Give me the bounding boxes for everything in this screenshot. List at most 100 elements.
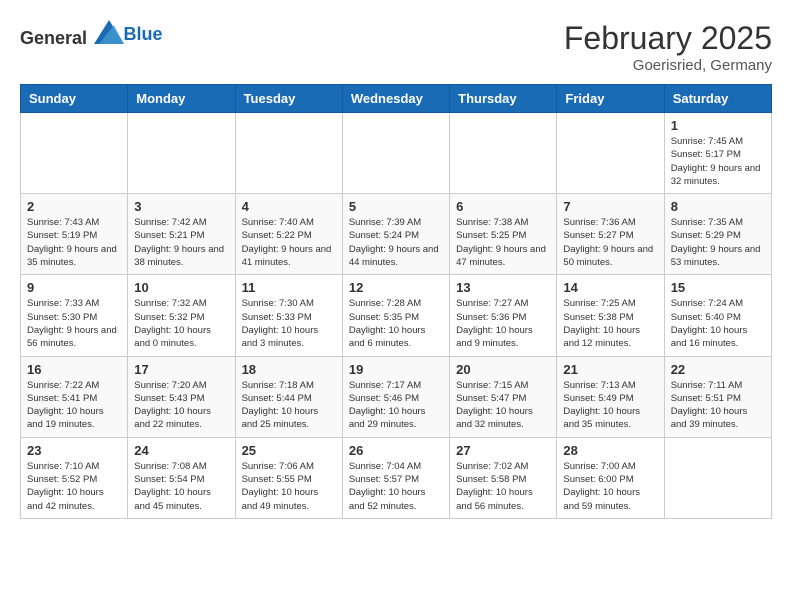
calendar-cell: 4Sunrise: 7:40 AM Sunset: 5:22 PM Daylig… (235, 194, 342, 275)
day-number: 28 (563, 443, 657, 458)
calendar-header-row: SundayMondayTuesdayWednesdayThursdayFrid… (21, 85, 772, 113)
logo: General Blue (20, 20, 163, 49)
day-info: Sunrise: 7:00 AM Sunset: 6:00 PM Dayligh… (563, 460, 657, 513)
day-info: Sunrise: 7:22 AM Sunset: 5:41 PM Dayligh… (27, 379, 121, 432)
day-info: Sunrise: 7:18 AM Sunset: 5:44 PM Dayligh… (242, 379, 336, 432)
day-number: 27 (456, 443, 550, 458)
calendar-cell (342, 113, 449, 194)
day-info: Sunrise: 7:45 AM Sunset: 5:17 PM Dayligh… (671, 135, 765, 188)
calendar-cell: 27 Sunrise: 7:02 AM Sunset: 5:58 PM Dayli… (450, 437, 557, 518)
day-number: 24 (134, 443, 228, 458)
calendar-cell: 11 Sunrise: 7:30 AM Sunset: 5:33 PM Dayli… (235, 275, 342, 356)
day-info: Sunrise: 7:42 AM Sunset: 5:21 PM Dayligh… (134, 216, 228, 269)
day-info: Sunrise: 7:32 AM Sunset: 5:32 PM Dayligh… (134, 297, 228, 350)
day-info: Sunrise: 7:40 AM Sunset: 5:22 PM Dayligh… (242, 216, 336, 269)
day-info: Sunrise: 7:04 AM Sunset: 5:57 PM Dayligh… (349, 460, 443, 513)
day-number: 23 (27, 443, 121, 458)
day-info: Sunrise: 7:39 AM Sunset: 5:24 PM Dayligh… (349, 216, 443, 269)
day-info: Sunrise: 7:08 AM Sunset: 5:54 PM Dayligh… (134, 460, 228, 513)
calendar-cell: 15 Sunrise: 7:24 AM Sunset: 5:40 PM Dayli… (664, 275, 771, 356)
weekday-header: Sunday (21, 85, 128, 113)
calendar-cell (557, 113, 664, 194)
month-title: February 2025 (564, 20, 772, 57)
day-number: 9 (27, 280, 121, 295)
day-number: 7 (563, 199, 657, 214)
day-number: 3 (134, 199, 228, 214)
calendar-cell: 13 Sunrise: 7:27 AM Sunset: 5:36 PM Dayli… (450, 275, 557, 356)
day-number: 20 (456, 362, 550, 377)
title-section: February 2025 Goerisried, Germany (564, 20, 772, 74)
day-info: Sunrise: 7:28 AM Sunset: 5:35 PM Dayligh… (349, 297, 443, 350)
calendar-cell: 1 Sunrise: 7:45 AM Sunset: 5:17 PM Daylig… (664, 113, 771, 194)
day-number: 5 (349, 199, 443, 214)
day-info: Sunrise: 7:13 AM Sunset: 5:49 PM Dayligh… (563, 379, 657, 432)
weekday-header: Friday (557, 85, 664, 113)
day-number: 21 (563, 362, 657, 377)
day-number: 2 (27, 199, 121, 214)
calendar-cell (235, 113, 342, 194)
calendar-week-row: 16Sunrise: 7:22 AM Sunset: 5:41 PM Dayli… (21, 356, 772, 437)
day-info: Sunrise: 7:30 AM Sunset: 5:33 PM Dayligh… (242, 297, 336, 350)
day-info: Sunrise: 7:02 AM Sunset: 5:58 PM Dayligh… (456, 460, 550, 513)
day-info: Sunrise: 7:25 AM Sunset: 5:38 PM Dayligh… (563, 297, 657, 350)
day-info: Sunrise: 7:38 AM Sunset: 5:25 PM Dayligh… (456, 216, 550, 269)
day-number: 26 (349, 443, 443, 458)
day-number: 25 (242, 443, 336, 458)
calendar-cell: 12 Sunrise: 7:28 AM Sunset: 5:35 PM Dayli… (342, 275, 449, 356)
weekday-header: Thursday (450, 85, 557, 113)
calendar-cell: 17 Sunrise: 7:20 AM Sunset: 5:43 PM Dayli… (128, 356, 235, 437)
calendar-week-row: 2 Sunrise: 7:43 AM Sunset: 5:19 PM Daylig… (21, 194, 772, 275)
calendar-cell: 28 Sunrise: 7:00 AM Sunset: 6:00 PM Dayli… (557, 437, 664, 518)
calendar-cell: 10 Sunrise: 7:32 AM Sunset: 5:32 PM Dayli… (128, 275, 235, 356)
calendar-cell: 7 Sunrise: 7:36 AM Sunset: 5:27 PM Daylig… (557, 194, 664, 275)
day-number: 13 (456, 280, 550, 295)
calendar-week-row: 9 Sunrise: 7:33 AM Sunset: 5:30 PM Daylig… (21, 275, 772, 356)
calendar-cell: 3 Sunrise: 7:42 AM Sunset: 5:21 PM Daylig… (128, 194, 235, 275)
logo-blue: Blue (124, 24, 163, 44)
day-info: Sunrise: 7:27 AM Sunset: 5:36 PM Dayligh… (456, 297, 550, 350)
day-number: 8 (671, 199, 765, 214)
calendar-cell: 24 Sunrise: 7:08 AM Sunset: 5:54 PM Dayli… (128, 437, 235, 518)
day-info: Sunrise: 7:36 AM Sunset: 5:27 PM Dayligh… (563, 216, 657, 269)
day-number: 1 (671, 118, 765, 133)
day-number: 10 (134, 280, 228, 295)
calendar-cell: 8 Sunrise: 7:35 AM Sunset: 5:29 PM Daylig… (664, 194, 771, 275)
day-number: 15 (671, 280, 765, 295)
calendar-week-row: 23 Sunrise: 7:10 AM Sunset: 5:52 PM Dayli… (21, 437, 772, 518)
calendar-cell: 26 Sunrise: 7:04 AM Sunset: 5:57 PM Dayli… (342, 437, 449, 518)
calendar-cell: 16Sunrise: 7:22 AM Sunset: 5:41 PM Dayli… (21, 356, 128, 437)
calendar-cell: 20Sunrise: 7:15 AM Sunset: 5:47 PM Dayli… (450, 356, 557, 437)
weekday-header: Monday (128, 85, 235, 113)
calendar-cell: 18 Sunrise: 7:18 AM Sunset: 5:44 PM Dayli… (235, 356, 342, 437)
day-info: Sunrise: 7:43 AM Sunset: 5:19 PM Dayligh… (27, 216, 121, 269)
day-number: 18 (242, 362, 336, 377)
day-number: 12 (349, 280, 443, 295)
logo-icon (94, 20, 124, 44)
day-info: Sunrise: 7:06 AM Sunset: 5:55 PM Dayligh… (242, 460, 336, 513)
day-info: Sunrise: 7:33 AM Sunset: 5:30 PM Dayligh… (27, 297, 121, 350)
day-number: 14 (563, 280, 657, 295)
day-number: 11 (242, 280, 336, 295)
calendar: SundayMondayTuesdayWednesdayThursdayFrid… (20, 84, 772, 519)
day-number: 17 (134, 362, 228, 377)
calendar-cell: 9 Sunrise: 7:33 AM Sunset: 5:30 PM Daylig… (21, 275, 128, 356)
day-info: Sunrise: 7:24 AM Sunset: 5:40 PM Dayligh… (671, 297, 765, 350)
day-info: Sunrise: 7:10 AM Sunset: 5:52 PM Dayligh… (27, 460, 121, 513)
day-number: 6 (456, 199, 550, 214)
day-number: 19 (349, 362, 443, 377)
calendar-cell: 19Sunrise: 7:17 AM Sunset: 5:46 PM Dayli… (342, 356, 449, 437)
calendar-cell: 6 Sunrise: 7:38 AM Sunset: 5:25 PM Daylig… (450, 194, 557, 275)
day-number: 22 (671, 362, 765, 377)
calendar-cell: 22 Sunrise: 7:11 AM Sunset: 5:51 PM Dayli… (664, 356, 771, 437)
calendar-cell (21, 113, 128, 194)
calendar-cell: 14 Sunrise: 7:25 AM Sunset: 5:38 PM Dayli… (557, 275, 664, 356)
day-info: Sunrise: 7:20 AM Sunset: 5:43 PM Dayligh… (134, 379, 228, 432)
calendar-cell (664, 437, 771, 518)
day-info: Sunrise: 7:35 AM Sunset: 5:29 PM Dayligh… (671, 216, 765, 269)
calendar-week-row: 1 Sunrise: 7:45 AM Sunset: 5:17 PM Daylig… (21, 113, 772, 194)
day-info: Sunrise: 7:11 AM Sunset: 5:51 PM Dayligh… (671, 379, 765, 432)
weekday-header: Saturday (664, 85, 771, 113)
calendar-cell: 21 Sunrise: 7:13 AM Sunset: 5:49 PM Dayli… (557, 356, 664, 437)
calendar-cell: 5 Sunrise: 7:39 AM Sunset: 5:24 PM Daylig… (342, 194, 449, 275)
weekday-header: Wednesday (342, 85, 449, 113)
